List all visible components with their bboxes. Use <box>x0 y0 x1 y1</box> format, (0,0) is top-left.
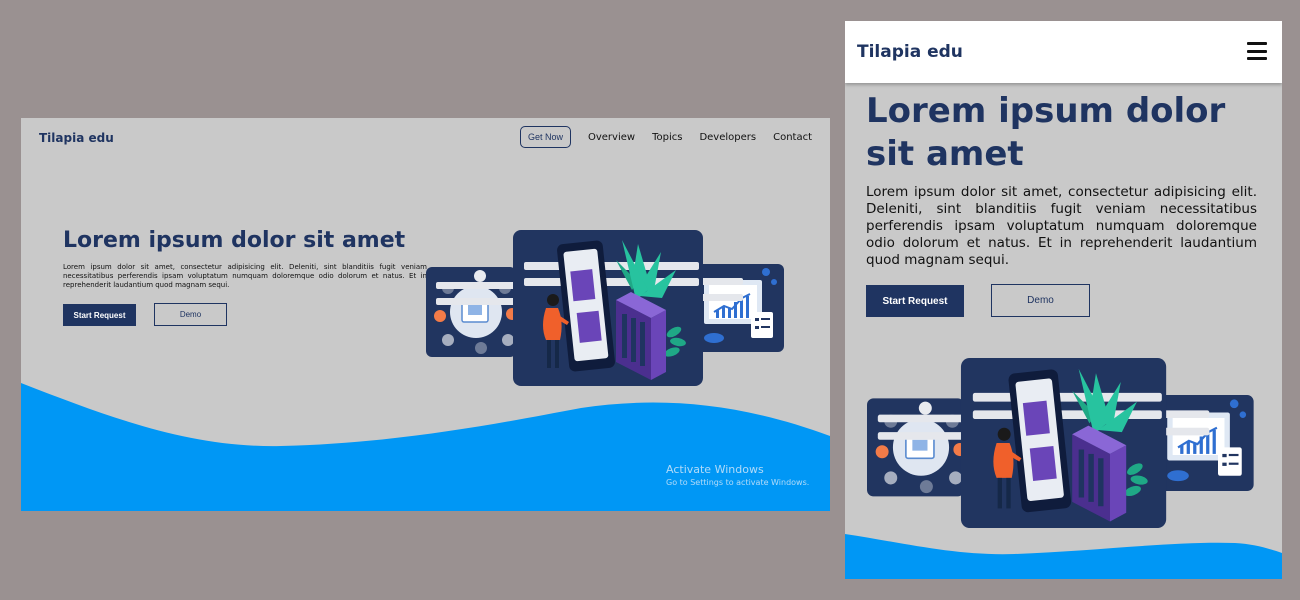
mobile-hero-title: Lorem ipsum dolor sit amet <box>866 91 1226 174</box>
desktop-navbar: Get Now Overview Topics Developers Conta… <box>519 126 812 148</box>
hamburger-line <box>1247 57 1267 60</box>
start-request-button[interactable]: Start Request <box>63 304 136 326</box>
nav-link-overview[interactable]: Overview <box>588 132 635 143</box>
hero-illustration <box>426 230 785 386</box>
mobile-demo-button[interactable]: Demo <box>991 284 1090 317</box>
desktop-preview: Tilapia edu Get Now Overview Topics Deve… <box>21 118 830 511</box>
mobile-hero-paragraph: Lorem ipsum dolor sit amet, consectetur … <box>866 184 1257 268</box>
watermark-title: Activate Windows <box>666 463 764 476</box>
mobile-preview: Tilapia edu Lorem ipsum dolor sit amet L… <box>845 21 1282 579</box>
get-now-button[interactable]: Get Now <box>519 126 571 148</box>
hero-paragraph: Lorem ipsum dolor sit amet, consectetur … <box>63 263 427 289</box>
hamburger-line <box>1247 49 1267 53</box>
mobile-hero-illustration <box>865 358 1255 528</box>
hero-title: Lorem ipsum dolor sit amet <box>63 228 406 253</box>
hamburger-icon[interactable] <box>1247 42 1267 60</box>
windows-activation-watermark: Activate Windows Go to Settings to activ… <box>666 463 809 487</box>
demo-button[interactable]: Demo <box>154 303 227 326</box>
watermark-subtitle: Go to Settings to activate Windows. <box>666 478 810 487</box>
nav-link-contact[interactable]: Contact <box>773 132 812 143</box>
hamburger-line <box>1247 42 1267 45</box>
nav-link-topics[interactable]: Topics <box>652 132 682 143</box>
mobile-brand-logo[interactable]: Tilapia edu <box>857 42 963 62</box>
mobile-header: Tilapia edu <box>845 21 1282 83</box>
mobile-start-request-button[interactable]: Start Request <box>866 285 964 317</box>
desktop-brand-logo[interactable]: Tilapia edu <box>39 131 114 145</box>
nav-link-developers[interactable]: Developers <box>699 132 756 143</box>
